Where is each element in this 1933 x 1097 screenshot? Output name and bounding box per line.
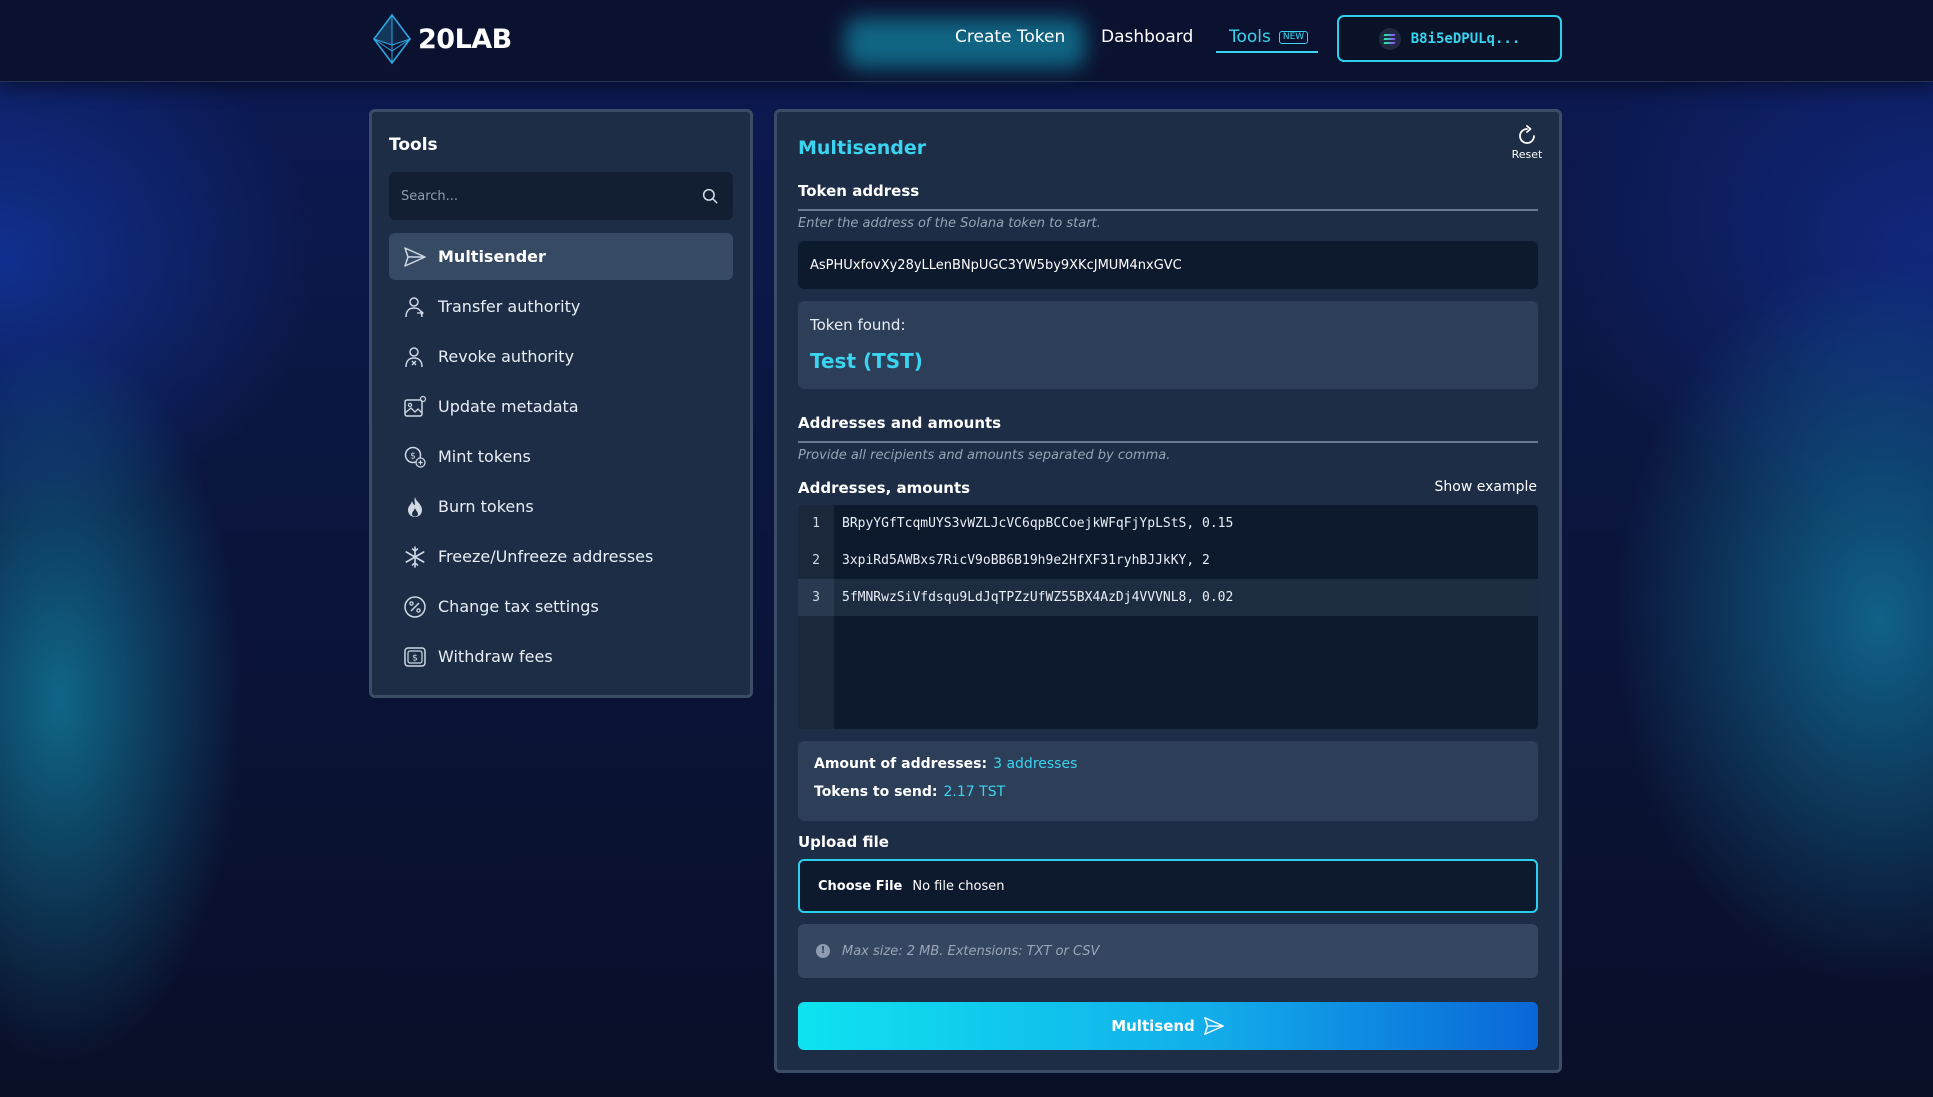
line-text: 3xpiRd5AWBxs7RicV9oBB6B19h9e2HfXF31ryhBJ… — [842, 553, 1210, 568]
top-header: 20LAB Create Token Dashboard Tools NEW B8… — [0, 0, 1933, 82]
nav-create-token[interactable]: Create Token — [955, 27, 1065, 47]
brand-name: 20LAB — [418, 23, 512, 55]
search-icon[interactable] — [701, 187, 719, 205]
sidebar-item-transfer-authority[interactable]: Transfer authority — [389, 283, 733, 330]
file-status: No file chosen — [912, 878, 1005, 894]
amount-label: Amount of addresses: — [814, 756, 988, 772]
flame-icon — [408, 496, 422, 517]
svg-text:$: $ — [410, 451, 416, 461]
user-revoke-icon — [405, 346, 423, 367]
brand-logo[interactable]: 20LAB — [370, 13, 512, 65]
token-address-label: Token address — [798, 182, 920, 200]
token-found-label: Token found: — [810, 316, 906, 334]
token-address-field-wrapper — [798, 241, 1538, 289]
reset-button[interactable]: Reset — [1507, 124, 1547, 161]
svg-text:$: $ — [412, 653, 418, 663]
token-address-input[interactable] — [798, 241, 1538, 289]
addresses-editor[interactable]: 1 BRpyYGfTcqmUYS3vWZLJcVC6qpBCCoejkWFqFj… — [798, 505, 1538, 729]
tokens-to-send: Tokens to send: 2.17 TST — [814, 784, 1005, 800]
nav-tools[interactable]: Tools NEW — [1229, 27, 1309, 47]
ethereum-diamond-logo-icon — [373, 13, 411, 65]
sidebar-item-label: Withdraw fees — [438, 647, 553, 666]
upload-info-box: ! Max size: 2 MB. Extensions: TXT or CSV — [798, 924, 1538, 978]
tools-sidebar: Tools Multisender Transfer authority Rev… — [369, 109, 753, 698]
wallet-address: B8i5eDPULq... — [1410, 30, 1521, 47]
send-icon — [404, 246, 426, 267]
percent-icon — [404, 595, 426, 618]
send-icon — [1203, 1017, 1224, 1035]
sidebar-item-multisender[interactable]: Multisender — [389, 233, 733, 280]
section-divider — [798, 209, 1538, 211]
line-text: BRpyYGfTcqmUYS3vWZLJcVC6qpBCCoejkWFqFjYp… — [842, 516, 1234, 531]
sidebar-title: Tools — [389, 135, 438, 155]
sidebar-item-label: Revoke authority — [438, 347, 575, 366]
multisender-panel: Reset Multisender Token address Enter th… — [774, 109, 1562, 1073]
addresses-hint: Provide all recipients and amounts separ… — [798, 448, 1171, 463]
line-number: 3 — [798, 579, 834, 616]
sidebar-item-label: Mint tokens — [438, 447, 531, 466]
search-input[interactable] — [389, 172, 733, 220]
token-found-box: Token found: Test (TST) — [798, 301, 1538, 389]
nav-dashboard[interactable]: Dashboard — [1101, 27, 1193, 47]
info-icon: ! — [816, 944, 830, 958]
sidebar-item-revoke-authority[interactable]: Revoke authority — [389, 333, 733, 380]
choose-file-button[interactable]: Choose File — [818, 879, 902, 894]
summary-box: Amount of addresses: 3 addresses Tokens t… — [798, 741, 1538, 821]
sidebar-item-freeze-unfreeze[interactable]: Freeze/Unfreeze addresses — [389, 533, 733, 580]
reset-label: Reset — [1511, 148, 1543, 161]
amount-of-addresses: Amount of addresses: 3 addresses — [814, 756, 1077, 772]
sidebar-item-label: Transfer authority — [438, 297, 581, 316]
solana-icon — [1378, 27, 1401, 50]
sidebar-item-burn-tokens[interactable]: Burn tokens — [389, 483, 733, 530]
file-upload-input[interactable]: Choose File No file chosen — [798, 859, 1538, 913]
show-example-link[interactable]: Show example — [1435, 479, 1537, 495]
multisend-button[interactable]: Multisend — [798, 1002, 1538, 1050]
coin-plus-icon: $ — [404, 446, 426, 468]
page-title: Multisender — [798, 137, 927, 159]
search-box — [389, 172, 733, 220]
user-transfer-icon — [405, 296, 424, 317]
token-address-hint: Enter the address of the Solana token to… — [798, 216, 1101, 231]
sidebar-item-label: Burn tokens — [438, 497, 534, 516]
tool-list: Multisender Transfer authority Revoke au… — [389, 233, 733, 683]
sidebar-item-withdraw-fees[interactable]: $ Withdraw fees — [389, 633, 733, 680]
upload-info-text: Max size: 2 MB. Extensions: TXT or CSV — [842, 943, 1100, 959]
sidebar-item-change-tax[interactable]: Change tax settings — [389, 583, 733, 630]
addresses-section-label: Addresses and amounts — [798, 414, 1002, 432]
sidebar-item-label: Freeze/Unfreeze addresses — [438, 547, 654, 566]
editor-line[interactable]: 1 BRpyYGfTcqmUYS3vWZLJcVC6qpBCCoejkWFqFj… — [798, 505, 1538, 542]
multisend-label: Multisend — [1111, 1017, 1195, 1035]
image-edit-icon — [404, 395, 427, 417]
amount-value: 3 addresses — [993, 756, 1078, 772]
line-number: 2 — [812, 553, 820, 568]
sidebar-item-label: Update metadata — [438, 397, 579, 416]
tokens-label: Tokens to send: — [814, 784, 938, 800]
nav-tools-label: Tools — [1229, 27, 1271, 47]
withdraw-icon: $ — [404, 646, 426, 667]
sidebar-item-label: Multisender — [438, 247, 546, 266]
new-badge: NEW — [1278, 31, 1309, 44]
editor-line[interactable]: 2 3xpiRd5AWBxs7RicV9oBB6B19h9e2HfXF31ryh… — [798, 542, 1538, 579]
tokens-value: 2.17 TST — [943, 784, 1006, 800]
addresses-field-label: Addresses, amounts — [798, 479, 971, 497]
sidebar-item-update-metadata[interactable]: Update metadata — [389, 383, 733, 430]
line-text: 5fMNRwzSiVfdsqu9LdJqTPZzUfWZ55BX4AzDj4VV… — [842, 590, 1234, 605]
sidebar-item-mint-tokens[interactable]: $ Mint tokens — [389, 433, 733, 480]
token-found-value: Test (TST) — [810, 349, 923, 373]
nav-active-underline — [1216, 51, 1318, 53]
reset-icon — [1519, 125, 1535, 144]
section-divider — [798, 441, 1538, 443]
wallet-button[interactable]: B8i5eDPULq... — [1337, 15, 1562, 62]
snowflake-icon — [405, 545, 425, 568]
editor-line-current[interactable]: 3 5fMNRwzSiVfdsqu9LdJqTPZzUfWZ55BX4AzDj4… — [798, 579, 1538, 616]
upload-file-label: Upload file — [798, 833, 889, 851]
sidebar-item-label: Change tax settings — [438, 597, 599, 616]
line-number: 1 — [812, 516, 820, 531]
